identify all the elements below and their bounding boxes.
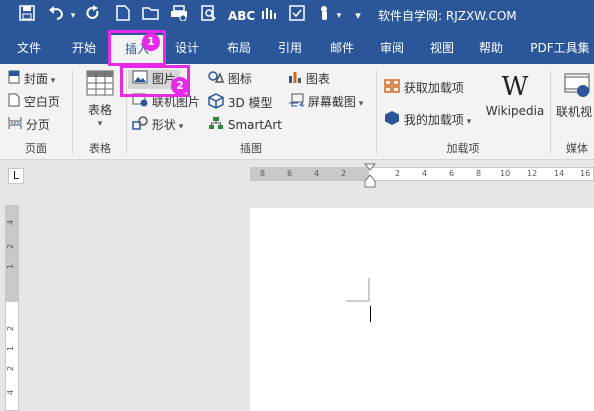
indent-marker-icon[interactable] bbox=[363, 163, 377, 192]
table-button[interactable]: 表格 ▾ bbox=[78, 70, 122, 129]
group-label-addins: 加载项 bbox=[446, 142, 480, 155]
3d-cube-icon bbox=[208, 93, 224, 114]
chevron-down-icon: ▾ bbox=[175, 122, 184, 132]
undo-icon[interactable] bbox=[46, 5, 68, 27]
tab-design[interactable]: 设计 bbox=[164, 32, 210, 64]
ribbon: 封面 ▾ 空白页 分页 页面 表格 ▾ 表格 图片 联机图片 形状 ▾ 图标 3… bbox=[0, 64, 594, 160]
ruler-tick: 4 bbox=[314, 169, 320, 178]
ruler-tick: 12 bbox=[527, 169, 538, 178]
online-video-icon bbox=[564, 72, 590, 103]
shapes-button[interactable]: 形状 ▾ bbox=[132, 116, 183, 136]
ruler-tick: 4 bbox=[6, 219, 16, 226]
open-icon[interactable] bbox=[140, 5, 162, 27]
wikipedia-button[interactable]: W Wikipedia bbox=[484, 72, 546, 120]
tab-help[interactable]: 帮助 bbox=[468, 32, 514, 64]
icons-button[interactable]: 图标 bbox=[208, 70, 252, 89]
group-label-pages: 页面 bbox=[25, 142, 47, 155]
text-cursor bbox=[370, 306, 371, 322]
group-label-illustrations: 插图 bbox=[240, 142, 262, 155]
ruler-tick: 8 bbox=[476, 169, 482, 178]
vertical-ruler[interactable]: 4 2 1 2 1 2 4 bbox=[5, 205, 19, 411]
horizontal-ruler[interactable]: 8 6 4 2 2 4 6 8 10 12 14 16 bbox=[250, 167, 594, 181]
chevron-down-icon: ▾ bbox=[47, 76, 56, 86]
margin-corner-marker bbox=[346, 278, 370, 304]
ruler-tick: 10 bbox=[500, 169, 511, 178]
smartart-button[interactable]: SmartArt bbox=[208, 116, 282, 135]
group-divider bbox=[72, 70, 73, 154]
undo-dropdown-icon[interactable]: ▾ bbox=[68, 5, 78, 27]
3d-models-button[interactable]: 3D 模型 bbox=[208, 93, 273, 114]
quick-print-icon[interactable] bbox=[168, 5, 190, 27]
ruler-tick: 2 bbox=[395, 169, 401, 178]
read-mode-icon[interactable] bbox=[258, 5, 280, 27]
table-icon bbox=[86, 70, 114, 101]
tab-pdf-tools[interactable]: PDF工具集 bbox=[526, 32, 594, 64]
ruler-tick: 6 bbox=[287, 169, 293, 178]
ribbon-tabs: 文件 开始 插入 设计 布局 引用 邮件 审阅 视图 帮助 PDF工具集 bbox=[0, 32, 594, 64]
screenshot-icon bbox=[288, 93, 304, 112]
tab-references[interactable]: 引用 bbox=[266, 32, 314, 64]
chart-button[interactable]: 图表 bbox=[288, 70, 330, 89]
touch-mode-icon[interactable] bbox=[314, 5, 336, 27]
tab-view[interactable]: 视图 bbox=[418, 32, 466, 64]
document-page[interactable] bbox=[250, 208, 594, 411]
get-addins-button[interactable]: 获取加载项 bbox=[384, 79, 464, 98]
wikipedia-icon: W bbox=[501, 72, 529, 102]
ruler-tick: 2 bbox=[6, 243, 16, 250]
ruler-tick: 8 bbox=[260, 169, 266, 178]
cover-page-icon bbox=[8, 70, 20, 89]
customize-qat-icon[interactable]: ▾ bbox=[350, 5, 366, 27]
screenshot-button[interactable]: 屏幕截图 ▾ bbox=[288, 93, 363, 113]
online-video-button[interactable]: 联机视 bbox=[556, 72, 594, 121]
tab-file[interactable]: 文件 bbox=[4, 32, 54, 64]
form-icon[interactable] bbox=[286, 5, 308, 27]
tab-review[interactable]: 审阅 bbox=[368, 32, 416, 64]
step2-badge: 2 bbox=[171, 77, 189, 95]
ruler-tick: 1 bbox=[6, 263, 16, 270]
chevron-down-icon: ▾ bbox=[355, 99, 364, 109]
blank-page-icon bbox=[8, 93, 20, 112]
page-break-icon bbox=[8, 116, 22, 135]
page-break-button[interactable]: 分页 bbox=[8, 116, 50, 135]
ruler-tick: 4 bbox=[422, 169, 428, 178]
chevron-down-icon: ▾ bbox=[463, 117, 472, 127]
tab-selector[interactable]: L bbox=[8, 168, 24, 184]
cover-page-button[interactable]: 封面 ▾ bbox=[8, 70, 55, 90]
title-bar: ▾ ABC ▾ ▾ 软件自学网: RJZXW.COM bbox=[0, 0, 594, 32]
my-addins-button[interactable]: 我的加载项 ▾ bbox=[384, 110, 471, 131]
group-divider bbox=[550, 70, 551, 154]
ruler-tick: 2 bbox=[6, 365, 16, 372]
print-preview-icon[interactable] bbox=[198, 5, 220, 27]
step1-badge: 1 bbox=[142, 33, 160, 51]
tab-layout[interactable]: 布局 bbox=[214, 32, 264, 64]
group-label-tables: 表格 bbox=[89, 142, 111, 155]
group-label-media: 媒体 bbox=[566, 142, 588, 155]
my-addins-icon bbox=[384, 110, 400, 131]
redo-icon[interactable] bbox=[82, 5, 104, 27]
tab-mailings[interactable]: 邮件 bbox=[318, 32, 366, 64]
ruler-tick: 2 bbox=[6, 325, 16, 332]
ruler-tick: 4 bbox=[6, 389, 16, 396]
save-icon[interactable] bbox=[16, 5, 38, 27]
icons-icon bbox=[208, 70, 225, 89]
ruler-tick: 6 bbox=[449, 169, 455, 178]
ruler-margin bbox=[251, 168, 369, 180]
group-divider bbox=[376, 70, 377, 154]
smartart-icon bbox=[208, 116, 224, 135]
ruler-tick: 2 bbox=[341, 169, 347, 178]
ruler-row: L 8 6 4 2 2 4 6 8 10 12 14 16 bbox=[0, 161, 594, 189]
store-icon bbox=[384, 79, 400, 98]
chevron-down-icon: ▾ bbox=[97, 119, 103, 129]
window-title: 软件自学网: RJZXW.COM bbox=[378, 9, 517, 23]
touch-mode-dropdown-icon[interactable]: ▾ bbox=[334, 5, 344, 27]
chart-icon bbox=[288, 70, 302, 89]
shapes-icon bbox=[132, 116, 148, 135]
blank-page-button[interactable]: 空白页 bbox=[8, 93, 60, 112]
ruler-tick: 14 bbox=[554, 169, 565, 178]
new-document-icon[interactable] bbox=[112, 5, 134, 27]
ruler-tick: 1 bbox=[6, 345, 16, 352]
tab-home[interactable]: 开始 bbox=[58, 32, 110, 64]
ruler-tick: 16 bbox=[580, 169, 591, 178]
spelling-icon[interactable]: ABC bbox=[228, 5, 255, 27]
